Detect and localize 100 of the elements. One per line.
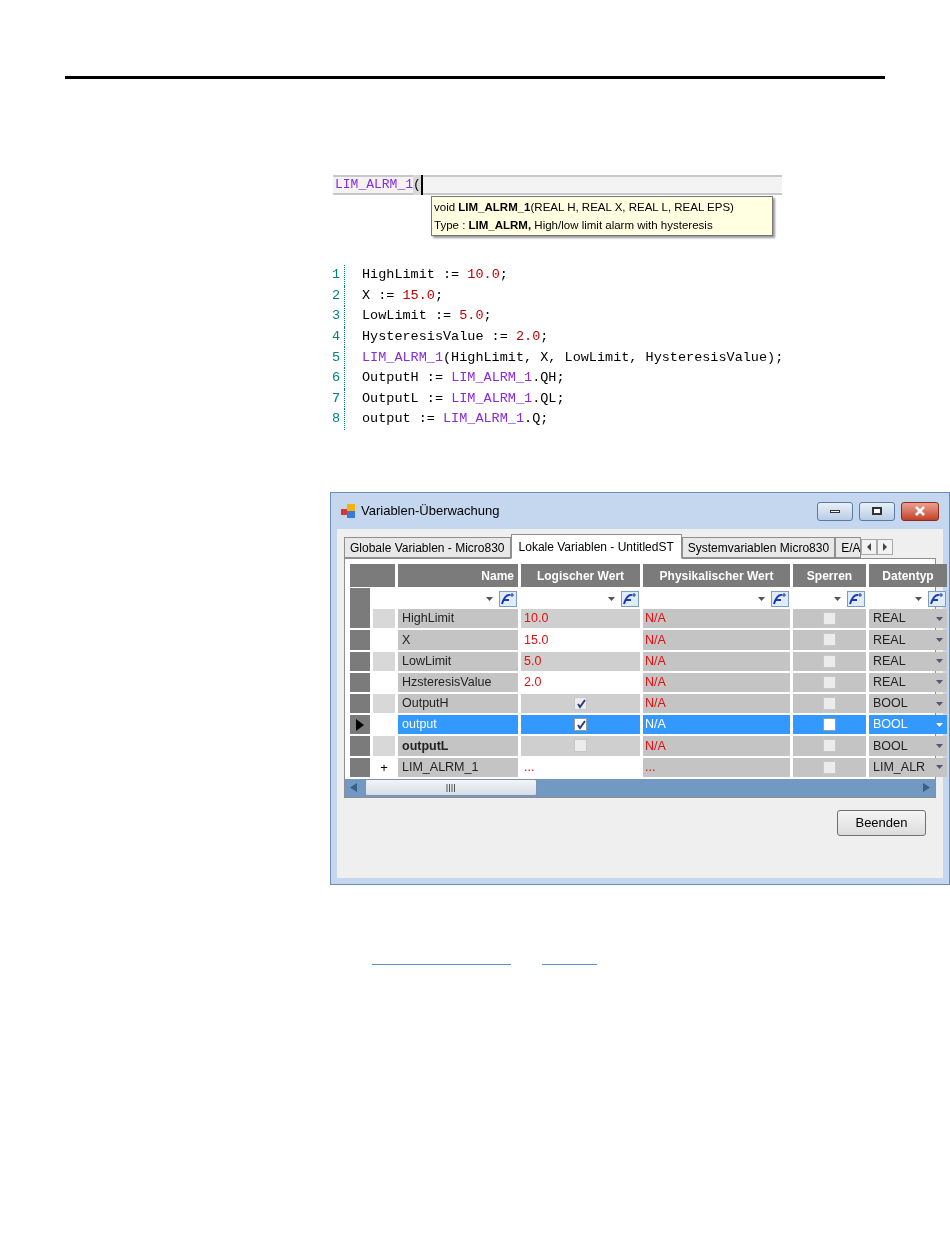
left-arrow-icon[interactable] [350, 783, 357, 793]
datatype-dropdown[interactable]: REAL [869, 630, 947, 650]
variable-name: OutputH [398, 694, 518, 714]
window-icon [341, 504, 355, 518]
filter-icon[interactable] [928, 590, 946, 607]
checkbox[interactable] [823, 697, 836, 711]
physical-value: N/A [643, 609, 790, 629]
checkbox[interactable] [823, 612, 836, 626]
filter-icon[interactable] [621, 590, 639, 607]
checkbox[interactable] [823, 675, 836, 689]
variable-name: X [398, 630, 518, 650]
maximize-button[interactable] [859, 501, 895, 521]
code-line: LowLimit := 5.0; [362, 307, 492, 326]
code-line: output := LIM_ALRM_1.Q; [362, 410, 549, 429]
caret-icon [486, 596, 493, 601]
minimize-button[interactable] [817, 501, 853, 521]
line-number: 2 [332, 286, 342, 305]
close-icon [914, 506, 926, 516]
checkbox[interactable] [823, 654, 836, 668]
caret-icon [758, 596, 765, 601]
function-signature: void LIM_ALRM_1(REAL H, REAL X, REAL L, REAL EPS) [434, 200, 735, 215]
physical-value: N/A [643, 672, 790, 692]
row-margin-cell [373, 694, 395, 714]
horizontal-scrollbar[interactable] [345, 778, 935, 798]
variable-name: HighLimit [398, 609, 518, 629]
line-number: 4 [332, 327, 342, 346]
checkbox[interactable] [574, 697, 587, 711]
close-button[interactable] [901, 501, 939, 521]
header-corner [350, 564, 395, 588]
code-line: X := 15.0; [362, 286, 444, 305]
datatype-dropdown[interactable]: BOOL [869, 694, 947, 714]
caret-icon [936, 722, 943, 727]
row-margin-cell [373, 609, 395, 629]
line-number: 3 [332, 307, 342, 326]
caret-icon [936, 659, 943, 664]
code-line: LIM_ALRM_1(HighLimit, X, LowLimit, HysteresisValue); [362, 348, 784, 367]
line-number: 1 [332, 266, 342, 285]
tab[interactable]: Systemvariablen Micro830 [681, 537, 836, 558]
caret-icon [936, 616, 943, 621]
tab[interactable]: Globale Variablen - Micro830 [344, 537, 511, 558]
variable-name: HzsteresisValue [398, 672, 518, 692]
caret-icon [915, 596, 922, 601]
line-number: 7 [332, 389, 342, 408]
right-arrow-icon [881, 542, 890, 552]
variable-name: LIM_ALRM_1 [398, 757, 518, 777]
row-header[interactable] [350, 715, 370, 735]
code-line: HighLimit := 10.0; [362, 266, 508, 285]
caret-icon [936, 680, 943, 685]
right-arrow-icon[interactable] [923, 783, 930, 793]
column-header[interactable]: Sperren [793, 564, 866, 588]
checkbox[interactable] [823, 739, 836, 753]
column-header[interactable]: Name [398, 564, 518, 588]
scroll-left-button[interactable] [861, 539, 878, 555]
line-number: 8 [332, 410, 342, 429]
physical-value: N/A [643, 736, 790, 756]
physical-value: N/A [643, 651, 790, 671]
caret-icon [936, 744, 943, 748]
close-dialog-button[interactable]: Beenden [837, 810, 926, 836]
filter-icon[interactable] [499, 590, 517, 607]
physical-value: ... [643, 757, 790, 777]
scroll-right-button[interactable] [877, 539, 894, 555]
variable-name: output [398, 715, 518, 735]
physical-value: N/A [643, 630, 790, 650]
row-margin-cell [373, 651, 395, 671]
physical-value: N/A [643, 715, 790, 735]
column-header[interactable]: Physikalischer Wert [643, 564, 790, 588]
window-title: Variablen-Überwachung [361, 502, 501, 521]
datatype-dropdown[interactable]: REAL [869, 651, 947, 671]
column-header[interactable]: Logischer Wert [521, 564, 640, 588]
checkbox[interactable] [823, 760, 836, 774]
code-line: HysteresisValue := 2.0; [362, 327, 549, 346]
caret-icon [936, 765, 943, 770]
type-description: Type : LIM_ALRM, High/low limit alarm with hysteresis [434, 218, 714, 233]
datatype-dropdown[interactable]: REAL [869, 609, 947, 629]
code-line: OutputH := LIM_ALRM_1.QH; [362, 369, 565, 388]
tab[interactable]: Lokale Variablen - UntitledST [510, 534, 682, 559]
filter-icon[interactable] [847, 590, 865, 607]
checkbox[interactable] [823, 633, 836, 647]
checkbox[interactable] [823, 718, 836, 732]
filter-icon[interactable] [771, 590, 789, 607]
row-margin-cell [373, 736, 395, 756]
column-header[interactable]: Datentyp [869, 564, 947, 588]
variable-name: outputL [398, 736, 518, 756]
checkbox[interactable] [574, 718, 587, 732]
current-row-arrow-icon [356, 718, 364, 731]
caret-icon [834, 596, 841, 601]
line-number: 5 [332, 348, 342, 367]
caret-icon [936, 701, 943, 706]
datatype-dropdown[interactable]: REAL [869, 672, 947, 692]
scroll-thumb[interactable] [365, 779, 537, 797]
checkbox[interactable] [574, 739, 587, 753]
datatype-dropdown[interactable]: LIM_ALR [869, 757, 947, 777]
caret-icon [936, 637, 943, 642]
code-line: OutputL := LIM_ALRM_1.QL; [362, 389, 565, 408]
line-number: 6 [332, 369, 342, 388]
tab[interactable]: E/A [835, 537, 862, 558]
datatype-dropdown[interactable]: BOOL [869, 736, 947, 756]
caret-icon [608, 596, 615, 601]
expand-button[interactable]: + [380, 760, 388, 774]
row-header [350, 588, 370, 610]
